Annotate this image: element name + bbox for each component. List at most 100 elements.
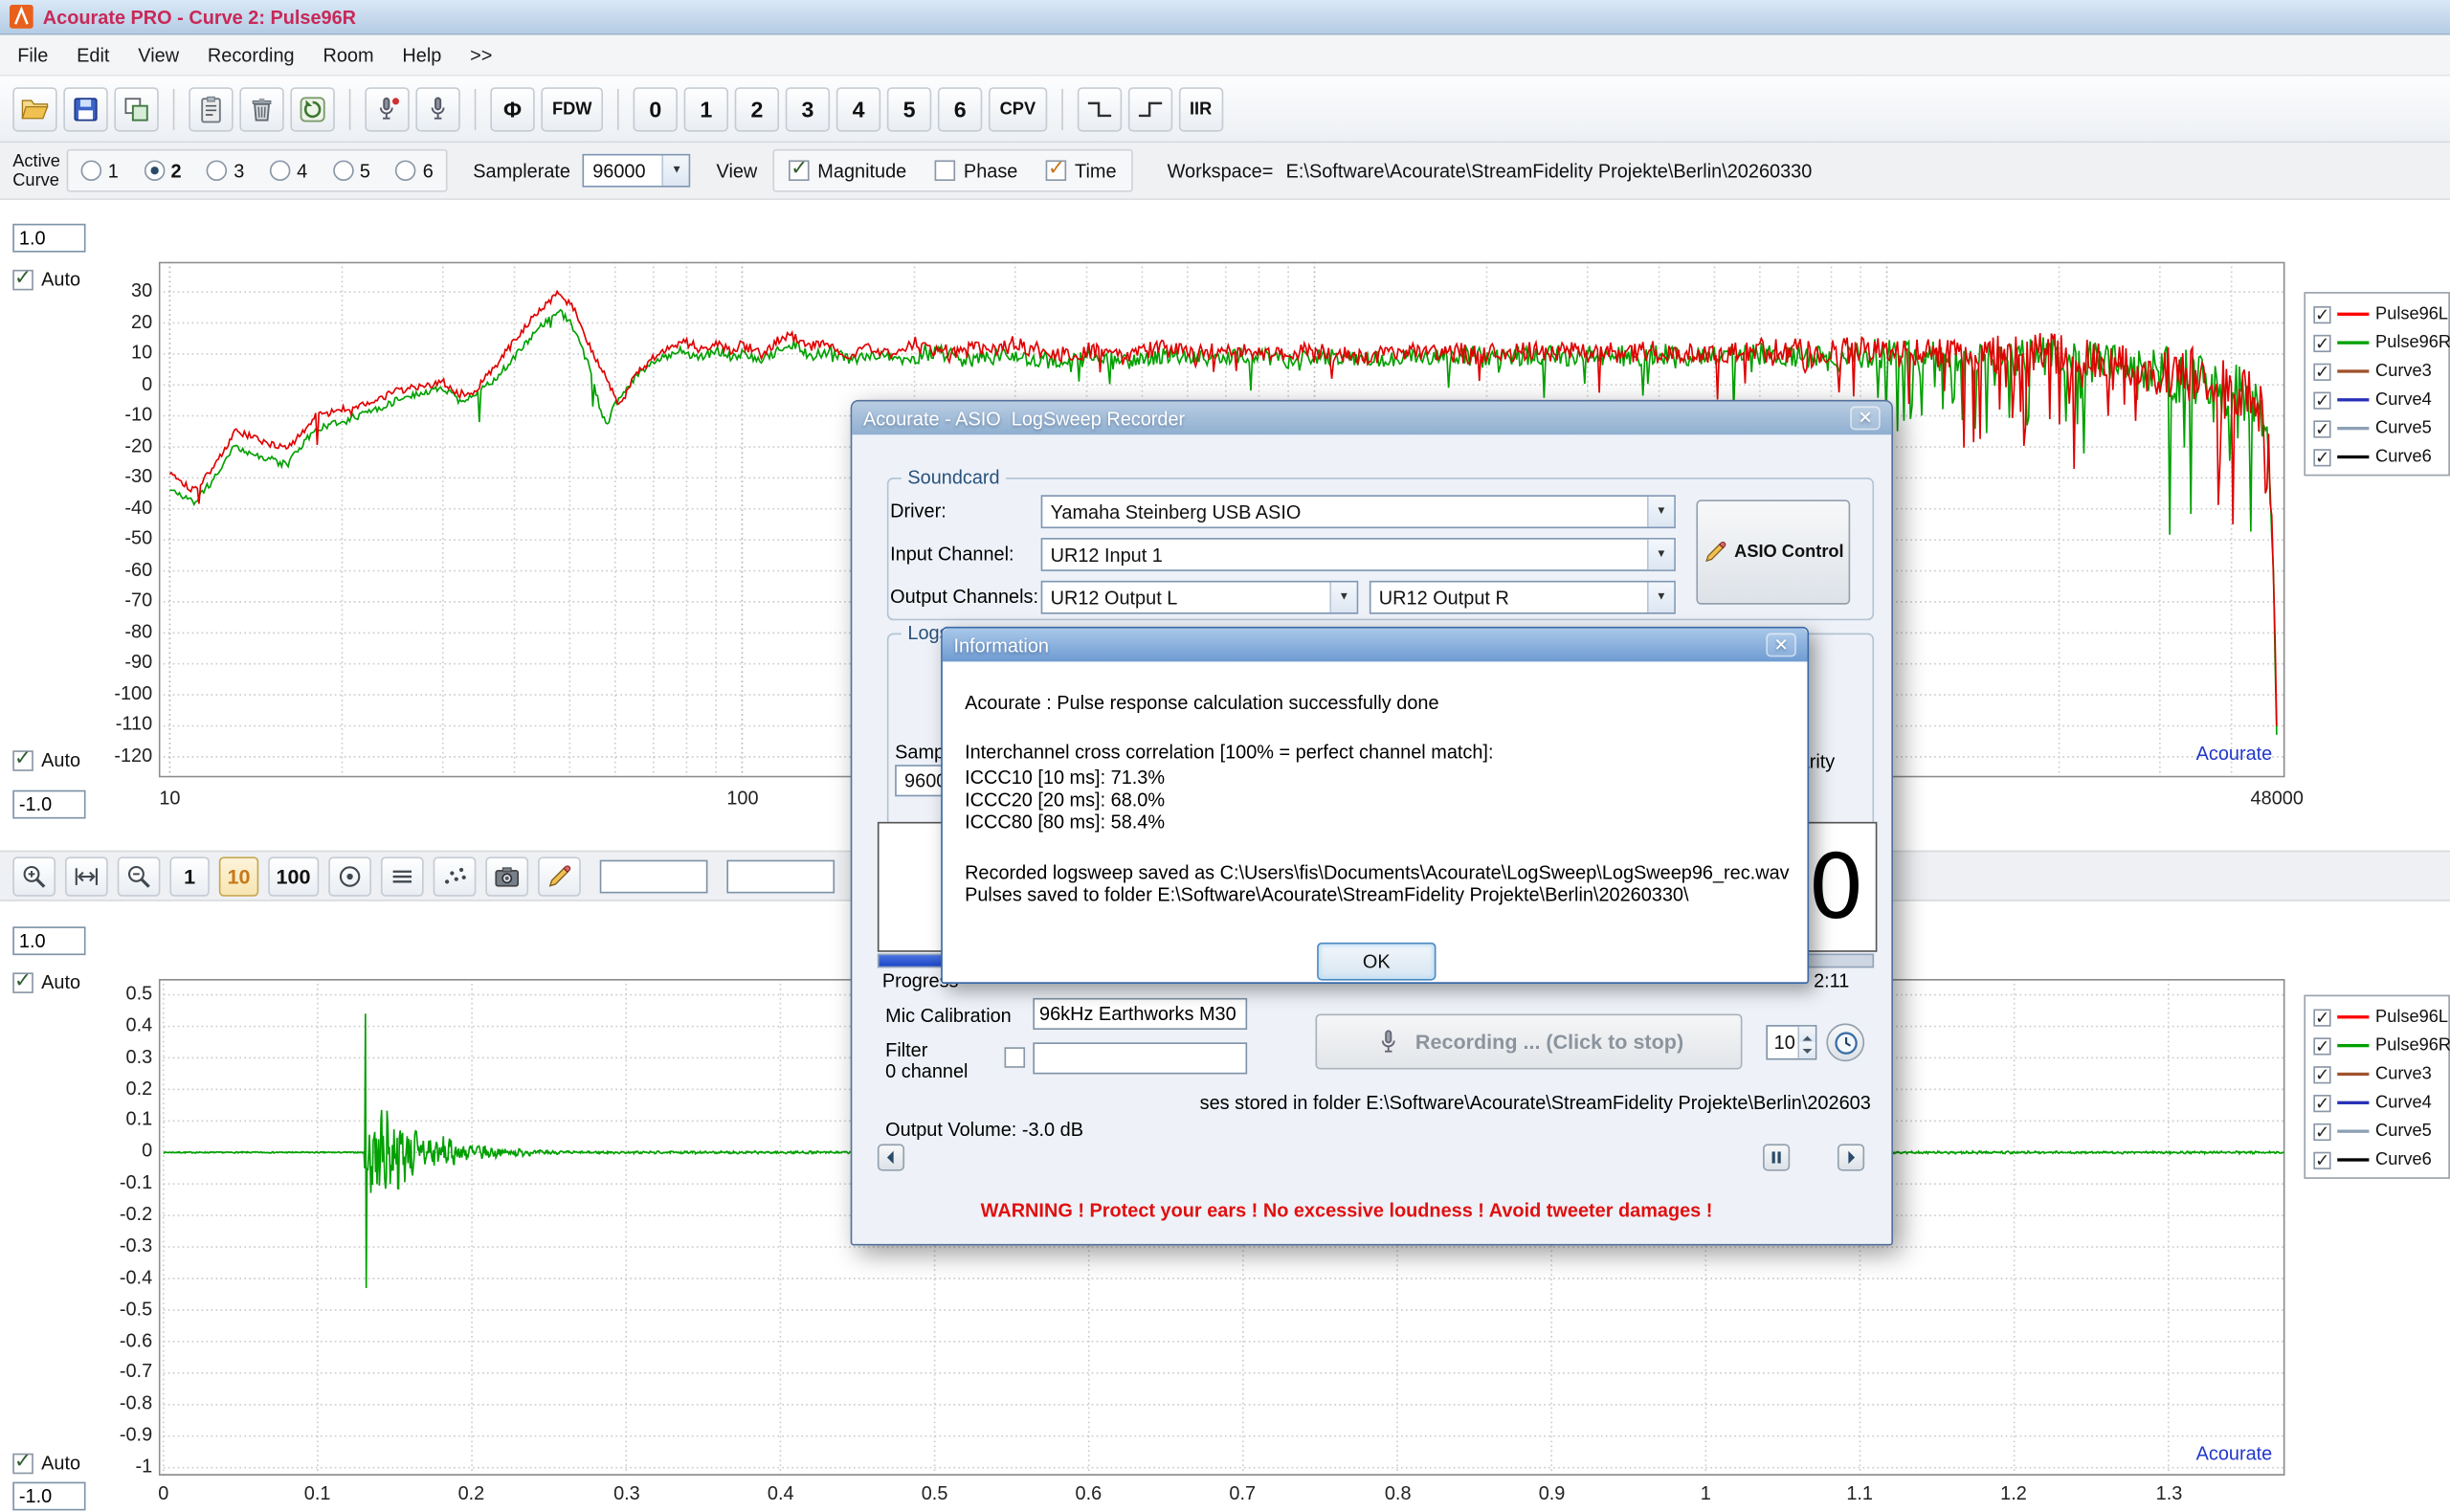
- legend-checkbox[interactable]: [2313, 1094, 2330, 1111]
- filter-input[interactable]: [1033, 1042, 1247, 1074]
- open-folder-button[interactable]: [12, 86, 56, 130]
- bottom-scale-min-input[interactable]: [12, 1482, 85, 1511]
- target-button[interactable]: [328, 856, 371, 895]
- close-icon[interactable]: ✕: [1850, 406, 1881, 430]
- active-curve-radio-6[interactable]: 6: [396, 160, 434, 182]
- menu-help[interactable]: Help: [388, 35, 456, 74]
- curve-number-6-button[interactable]: 6: [938, 86, 982, 130]
- reload-button[interactable]: [290, 86, 334, 130]
- active-curve-radio-1[interactable]: 1: [81, 160, 119, 182]
- lines-button[interactable]: [380, 856, 423, 895]
- scatter-button[interactable]: [433, 856, 476, 895]
- window-titlebar[interactable]: Acourate PRO - Curve 2: Pulse96R: [0, 0, 2450, 34]
- curve-manager-button[interactable]: [114, 86, 158, 130]
- output-right-select[interactable]: UR12 Output R▼: [1370, 581, 1676, 614]
- legend-checkbox[interactable]: [2313, 305, 2330, 322]
- top-scale-min-input[interactable]: [12, 790, 85, 819]
- curve-number-0-button[interactable]: 0: [634, 86, 678, 130]
- mic-calibration-input[interactable]: [1033, 998, 1247, 1030]
- save-button[interactable]: [63, 86, 107, 130]
- checkbox-icon: [12, 1453, 33, 1474]
- input-channel-select[interactable]: UR12 Input 1▼: [1041, 538, 1676, 571]
- cursor-field-2[interactable]: [726, 859, 835, 893]
- legend-item-pulse96l: Pulse96L: [2313, 300, 2440, 328]
- logsweep-mic-button[interactable]: [365, 86, 409, 130]
- recorder-titlebar[interactable]: Acourate - ASIO LogSweep Recorder ✕: [852, 401, 1891, 434]
- menu-view[interactable]: View: [123, 35, 193, 74]
- camera-button[interactable]: [485, 856, 528, 895]
- curve-number-4-button[interactable]: 4: [836, 86, 880, 130]
- legend-checkbox[interactable]: [2313, 334, 2330, 351]
- legend-checkbox[interactable]: [2313, 448, 2330, 465]
- pencil-button[interactable]: [538, 856, 581, 895]
- view-magnitude-checkbox[interactable]: Magnitude: [789, 160, 906, 182]
- shelf-up-button[interactable]: [1127, 86, 1171, 130]
- curve-number-1-button[interactable]: 1: [684, 86, 728, 130]
- top-auto-upper-checkbox[interactable]: Auto: [12, 268, 80, 290]
- legend-checkbox[interactable]: [2313, 1065, 2330, 1082]
- zoom-step-1-button[interactable]: 1: [169, 856, 209, 895]
- bottom-auto-lower-checkbox[interactable]: Auto: [12, 1452, 80, 1474]
- legend-checkbox[interactable]: [2313, 1123, 2330, 1140]
- curve-number-2-button[interactable]: 2: [735, 86, 779, 130]
- radio-label: 4: [297, 160, 307, 182]
- recording-button[interactable]: Recording ... (Click to stop): [1315, 1013, 1742, 1069]
- active-curve-radio-3[interactable]: 3: [207, 160, 244, 182]
- pause-button[interactable]: [1763, 1144, 1790, 1170]
- output-left-select[interactable]: UR12 Output L▼: [1041, 581, 1359, 614]
- iir-button[interactable]: IIR: [1178, 86, 1223, 130]
- menu-recording[interactable]: Recording: [193, 35, 309, 74]
- legend-color-line: [2337, 1073, 2369, 1076]
- legend-checkbox[interactable]: [2313, 1037, 2330, 1055]
- active-curve-radio-5[interactable]: 5: [333, 160, 370, 182]
- curve-number-3-button[interactable]: 3: [786, 86, 830, 130]
- view-phase-checkbox[interactable]: Phase: [935, 160, 1017, 182]
- information-titlebar[interactable]: Information ✕: [943, 629, 1808, 662]
- bottom-auto-upper-checkbox[interactable]: Auto: [12, 971, 80, 993]
- menu-file[interactable]: File: [3, 35, 62, 74]
- phi-button[interactable]: Φ: [490, 86, 534, 130]
- zoom-in-button[interactable]: [12, 856, 56, 895]
- legend-checkbox[interactable]: [2313, 1151, 2330, 1168]
- zoom-step-10-button[interactable]: 10: [219, 856, 258, 895]
- cpv-button[interactable]: CPV: [989, 86, 1047, 130]
- zoom-step-100-button[interactable]: 100: [268, 856, 319, 895]
- timer-button[interactable]: [1826, 1023, 1864, 1061]
- legend-checkbox[interactable]: [2313, 1009, 2330, 1026]
- toolbar-separator: [173, 88, 175, 129]
- fdw-button[interactable]: FDW: [541, 86, 603, 130]
- fit-width-button[interactable]: [65, 856, 108, 895]
- zoom-out-button[interactable]: [118, 856, 161, 895]
- legend-color-line: [2337, 398, 2369, 401]
- filter-checkbox[interactable]: [1005, 1047, 1026, 1068]
- clipboard-button[interactable]: [189, 86, 233, 130]
- legend-checkbox[interactable]: [2313, 363, 2330, 380]
- menu-edit[interactable]: Edit: [62, 35, 123, 74]
- curve-number-5-button[interactable]: 5: [887, 86, 931, 130]
- trash-button[interactable]: [239, 86, 283, 130]
- scroll-left-button[interactable]: [878, 1144, 904, 1170]
- cursor-field-1[interactable]: [599, 859, 707, 893]
- shelf-down-button[interactable]: [1077, 86, 1121, 130]
- top-scale-max-input[interactable]: [12, 224, 85, 253]
- top-auto-lower-checkbox[interactable]: Auto: [12, 749, 80, 771]
- active-curve-radio-2[interactable]: 2: [144, 160, 181, 182]
- spinner-arrows[interactable]: [1798, 1027, 1815, 1058]
- close-icon[interactable]: ✕: [1766, 634, 1796, 657]
- active-curve-radio-4[interactable]: 4: [270, 160, 307, 182]
- bottom-scale-max-input[interactable]: [12, 926, 85, 955]
- legend-checkbox[interactable]: [2313, 391, 2330, 409]
- mic-calibration-label: Mic Calibration: [885, 1005, 1012, 1027]
- mic-button[interactable]: [415, 86, 459, 130]
- menu-room[interactable]: Room: [309, 35, 389, 74]
- samplerate-select[interactable]: 96000 ▼: [583, 154, 691, 188]
- view-time-checkbox[interactable]: Time: [1046, 160, 1116, 182]
- asio-control-button[interactable]: ASIO Control: [1696, 500, 1850, 604]
- legend-checkbox[interactable]: [2313, 420, 2330, 437]
- driver-select[interactable]: Yamaha Steinberg USB ASIO▼: [1041, 495, 1676, 528]
- info-line-logsweep-saved: Recorded logsweep saved as C:\Users\fis\…: [965, 861, 1790, 883]
- menu-more[interactable]: >>: [456, 35, 506, 74]
- repeat-count-spinner[interactable]: 10: [1766, 1025, 1816, 1059]
- play-button[interactable]: [1838, 1144, 1864, 1170]
- ok-button[interactable]: OK: [1317, 943, 1436, 981]
